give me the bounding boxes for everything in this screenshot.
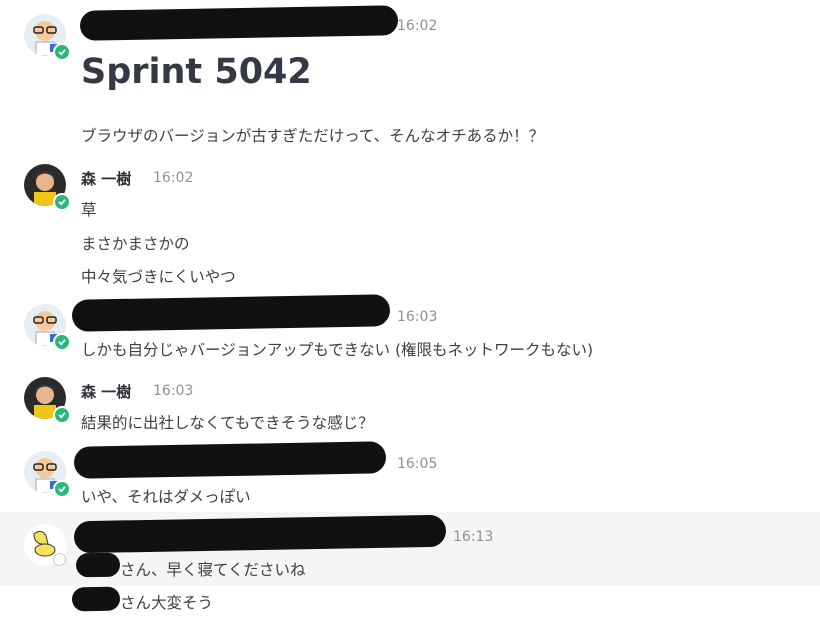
message-time: 16:03 — [397, 309, 438, 325]
message-line: ブラウザのバージョンが古すぎただけって、そんなオチあるか！？ — [81, 127, 545, 145]
redacted-mention — [75, 552, 121, 578]
avatar[interactable] — [24, 164, 71, 211]
message-time: 16:05 — [397, 456, 438, 472]
message-line: 結果的に出社しなくてもできそうな感じ？ — [81, 414, 374, 432]
sender-name[interactable]: 森 一樹 — [81, 381, 131, 402]
avatar[interactable] — [24, 451, 71, 498]
message-line: 草 — [81, 201, 97, 219]
message-line: さん、早く寝てくださいね — [120, 561, 306, 579]
message-line: しかも自分じゃバージョンアップもできない (権限もネットワークもない) — [81, 341, 594, 359]
redacted-mention — [71, 586, 121, 612]
message-heading: Sprint 5042 — [81, 52, 312, 92]
redacted-username — [73, 441, 387, 479]
online-status-icon — [53, 43, 71, 61]
offline-status-icon — [53, 553, 66, 566]
message-line: 中々気づきにくいやつ — [81, 268, 236, 286]
online-status-icon — [53, 333, 71, 351]
sender-name[interactable]: 森 一樹 — [81, 168, 131, 189]
redacted-username — [73, 514, 447, 554]
avatar[interactable] — [24, 377, 71, 424]
message-line: まさかまさかの — [81, 235, 190, 253]
message-time: 16:13 — [453, 529, 494, 545]
redacted-username — [71, 294, 391, 332]
message-time: 16:03 — [153, 383, 194, 399]
message-time: 16:02 — [397, 18, 438, 34]
avatar[interactable] — [24, 14, 71, 61]
avatar[interactable] — [24, 304, 71, 351]
message-line: さん大変そう — [120, 594, 214, 612]
online-status-icon — [53, 193, 71, 211]
online-status-icon — [53, 406, 71, 424]
avatar[interactable] — [24, 524, 66, 566]
message-time: 16:02 — [153, 170, 194, 186]
online-status-icon — [53, 480, 71, 498]
redacted-username — [79, 5, 399, 41]
message-line: いや、それはダメっぽい — [81, 488, 251, 506]
